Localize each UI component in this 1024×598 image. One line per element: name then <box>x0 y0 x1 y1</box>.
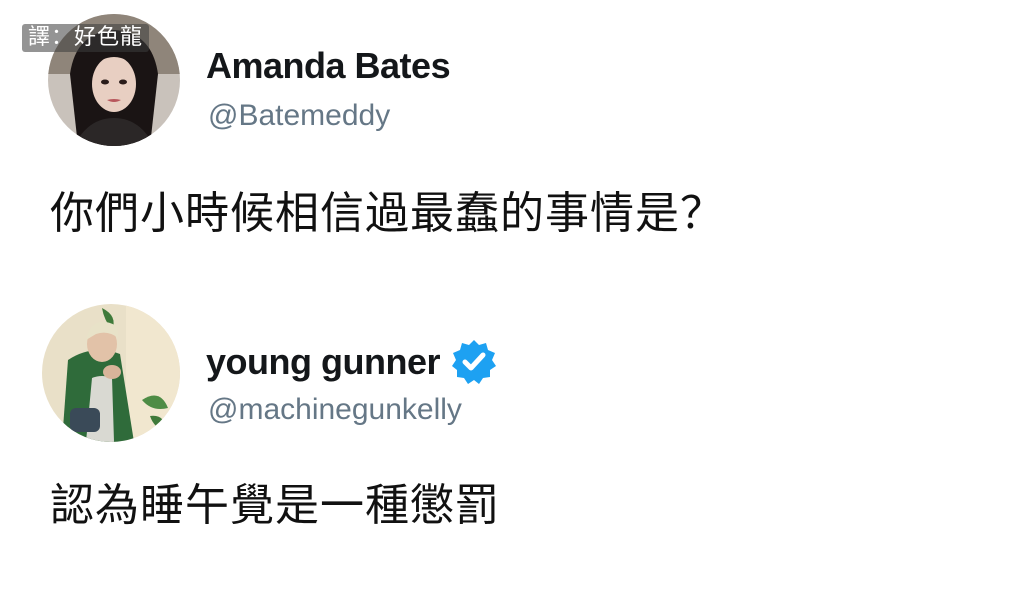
translator-watermark: 譯：好色龍 <box>22 24 150 52</box>
display-name[interactable]: Amanda Bates <box>206 44 451 88</box>
tweet-text: 你們小時候相信過最蠢的事情是？ <box>50 188 725 239</box>
user-handle[interactable]: @Batemeddy <box>208 98 390 134</box>
name-row: Amanda Bates <box>206 44 451 88</box>
avatar[interactable] <box>42 304 180 442</box>
verified-badge-icon <box>450 338 498 386</box>
name-row: young gunner <box>206 338 498 386</box>
user-handle[interactable]: @machinegunkelly <box>208 392 462 428</box>
tweet-text: 認為睡午覺是一種懲罰 <box>50 480 500 531</box>
display-name[interactable]: young gunner <box>206 340 440 384</box>
